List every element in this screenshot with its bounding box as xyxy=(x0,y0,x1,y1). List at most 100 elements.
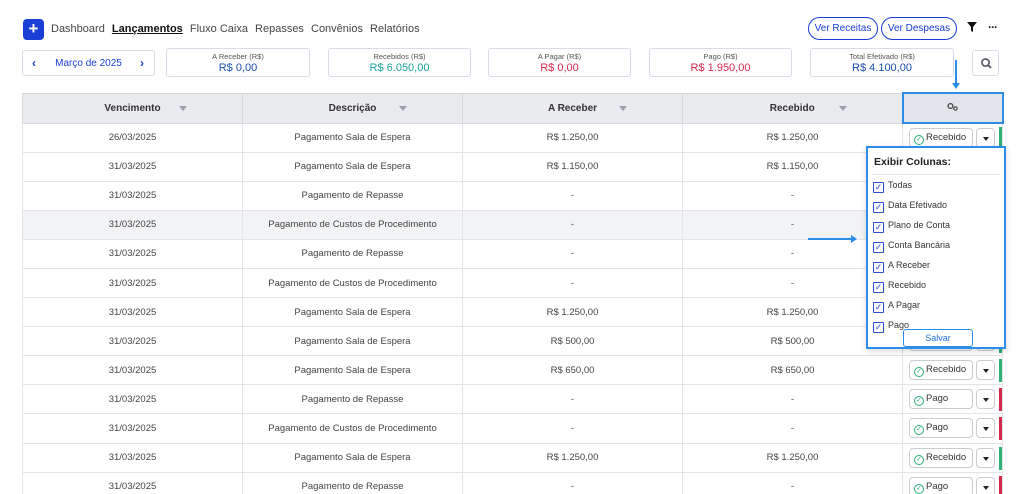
status-color-bar xyxy=(999,388,1002,412)
summary-title: Recebidos (R$) xyxy=(373,52,426,61)
status-button[interactable]: ✓Pago xyxy=(909,389,973,410)
cell-descricao: Pagamento Sala de Espera xyxy=(242,297,463,328)
month-label[interactable]: Março de 2025 xyxy=(23,58,154,69)
filter-icon[interactable] xyxy=(966,21,978,33)
cell-descricao: Pagamento de Repasse xyxy=(242,180,463,211)
header-a-receber[interactable]: A Receber xyxy=(462,92,683,124)
table-row[interactable]: 31/03/2025 Pagamento Sala de Espera R$ 500… xyxy=(22,326,1003,357)
table-row[interactable]: 31/03/2025 Pagamento Sala de Espera R$ 1.2… xyxy=(22,297,1003,328)
save-columns-button[interactable]: Salvar xyxy=(903,329,973,347)
ver-receitas-button[interactable]: Ver Receitas xyxy=(808,17,878,40)
column-visibility-popup: Exibir Colunas: ✓ Todas ✓ Data Efetivado ✓ Pl… xyxy=(866,146,1006,349)
checkbox-icon[interactable]: ✓ xyxy=(873,282,884,293)
table-row[interactable]: 31/03/2025Pagamento de Repasse--✓Pago xyxy=(22,384,1003,415)
cell-status: ✓Recebido xyxy=(902,355,1003,386)
more-options-icon[interactable]: ··· xyxy=(988,20,998,34)
status-dropdown-button[interactable] xyxy=(976,476,995,494)
header-label: A Receber xyxy=(547,102,598,114)
column-settings-header[interactable] xyxy=(901,92,1004,124)
table-row[interactable]: 26/03/2025 Pagamento Sala de Espera R$ 1.2… xyxy=(22,122,1003,153)
summary-title: Pago (R$) xyxy=(703,52,738,61)
status-button[interactable]: ✓Recebido xyxy=(909,128,973,148)
table-row[interactable]: 31/03/2025 Pagamento Sala de Espera R$ 650… xyxy=(22,355,1003,386)
sort-icon[interactable] xyxy=(619,105,627,111)
column-option[interactable]: ✓ Data Efetivado xyxy=(873,200,947,213)
header-recebido[interactable]: Recebido xyxy=(682,92,903,124)
gears-icon[interactable] xyxy=(946,102,960,112)
table-row[interactable]: 31/03/2025 Pagamento Sala de Espera R$ 1.1… xyxy=(22,151,1003,182)
column-option[interactable]: ✓ Conta Bancária xyxy=(873,240,950,253)
column-option[interactable]: ✓ Recebido xyxy=(873,280,926,293)
status-label: Recebido xyxy=(926,364,967,376)
column-option[interactable]: ✓ A Receber xyxy=(873,260,930,273)
summary-a-pagar: A Pagar (R$) R$ 0,00 xyxy=(488,48,631,77)
cell-a-receber: - xyxy=(462,209,683,240)
summary-value: R$ 0,00 xyxy=(218,62,258,74)
status-dropdown-button[interactable] xyxy=(976,128,995,148)
nav-link-repasses[interactable]: Repasses xyxy=(255,23,304,35)
header-vencimento[interactable]: Vencimento xyxy=(22,92,243,124)
nav-link-convenios[interactable]: Convênios xyxy=(311,23,363,35)
column-option[interactable]: ✓ A Pagar xyxy=(873,300,920,313)
cell-recebido: - xyxy=(682,413,903,444)
cell-vencimento: 31/03/2025 xyxy=(22,442,243,473)
column-option[interactable]: ✓ Plano de Conta xyxy=(873,220,950,233)
cell-descricao: Pagamento Sala de Espera xyxy=(242,151,463,182)
sort-icon[interactable] xyxy=(839,105,847,111)
checkbox-icon[interactable]: ✓ xyxy=(873,222,884,233)
table-row[interactable]: 31/03/2025Pagamento de Repasse--✓Pago xyxy=(22,471,1003,494)
nav-link-fluxo-caixa[interactable]: Fluxo Caixa xyxy=(190,23,248,35)
checkbox-icon[interactable]: ✓ xyxy=(873,242,884,253)
summary-value: R$ 4.100,00 xyxy=(852,62,912,74)
status-button[interactable]: ✓Pago xyxy=(909,476,973,494)
table-row[interactable]: 31/03/2025 Pagamento de Custos de Procedi… xyxy=(22,267,1003,299)
add-button[interactable]: + xyxy=(23,19,44,40)
status-label: Pago xyxy=(926,480,949,492)
checkbox-icon[interactable]: ✓ xyxy=(873,202,884,213)
nav-link-lancamentos[interactable]: Lançamentos xyxy=(112,23,183,35)
search-button[interactable] xyxy=(972,50,999,76)
status-dropdown-button[interactable] xyxy=(976,389,995,410)
cell-vencimento: 31/03/2025 xyxy=(22,297,243,328)
check-circle-icon: ✓ xyxy=(914,135,924,145)
checkbox-icon[interactable]: ✓ xyxy=(873,262,884,273)
checkbox-icon[interactable]: ✓ xyxy=(873,182,884,193)
summary-value: R$ 6.050,00 xyxy=(369,62,430,74)
summary-value: R$ 1.950,00 xyxy=(690,62,751,74)
check-circle-icon: ✓ xyxy=(914,483,924,494)
check-circle-icon: ✓ xyxy=(914,396,924,407)
table-row[interactable]: 31/03/2025 Pagamento de Custos de Procedi… xyxy=(22,413,1003,444)
header-descricao[interactable]: Descrição xyxy=(242,92,463,124)
nav-link-dashboard[interactable]: Dashboard xyxy=(51,23,105,35)
table-row[interactable]: 31/03/2025Pagamento de Repasse--✓Pago xyxy=(22,180,1003,211)
column-option-label: Recebido xyxy=(888,280,927,290)
cell-a-receber: - xyxy=(462,180,683,211)
table-row[interactable]: 31/03/2025 Pagamento Sala de Espera R$ 1.2… xyxy=(22,442,1003,473)
ver-despesas-button[interactable]: Ver Despesas xyxy=(881,17,957,40)
status-button[interactable]: ✓Recebido xyxy=(909,447,973,468)
status-button[interactable]: ✓Recebido xyxy=(909,360,973,381)
table-row[interactable]: 31/03/2025Pagamento de Repasse--✓Pago xyxy=(22,238,1003,269)
sort-icon[interactable] xyxy=(399,105,407,111)
cell-a-receber: R$ 1.250,00 xyxy=(462,442,683,473)
cell-a-receber: - xyxy=(462,238,683,269)
next-month-icon[interactable]: › xyxy=(140,56,144,70)
nav-link-relatorios[interactable]: Relatórios xyxy=(370,23,420,35)
cell-vencimento: 31/03/2025 xyxy=(22,151,243,182)
sort-icon[interactable] xyxy=(179,105,187,111)
table-header-row: Vencimento Descrição A Receber Recebido xyxy=(22,92,1004,124)
column-option-label: A Pagar xyxy=(888,300,921,310)
status-button[interactable]: ✓Pago xyxy=(909,418,973,439)
status-label: Recebido xyxy=(926,451,967,463)
column-option[interactable]: ✓ Todas xyxy=(873,180,912,193)
status-label: Pago xyxy=(926,422,949,434)
status-dropdown-button[interactable] xyxy=(976,360,995,381)
checkbox-icon[interactable]: ✓ xyxy=(873,302,884,313)
status-dropdown-button[interactable] xyxy=(976,447,995,468)
checkbox-icon[interactable]: ✓ xyxy=(873,322,884,333)
status-dropdown-button[interactable] xyxy=(976,418,995,439)
cell-vencimento: 31/03/2025 xyxy=(22,326,243,357)
summary-value: R$ 0,00 xyxy=(540,62,579,74)
summary-title: A Receber (R$) xyxy=(212,52,264,61)
column-option-label: Conta Bancária xyxy=(888,240,951,250)
